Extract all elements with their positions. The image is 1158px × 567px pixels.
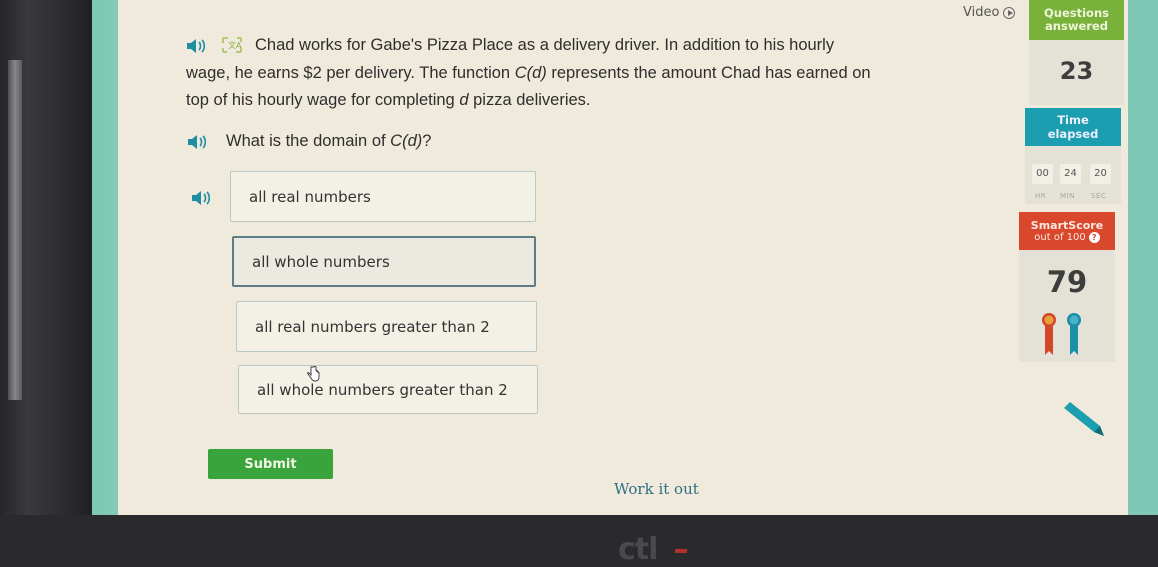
question-line-3: top of his hourly wage for completing d … xyxy=(186,91,591,110)
variable-d: d xyxy=(459,91,469,109)
play-circle-icon xyxy=(1003,6,1016,19)
choice-label: all real numbers greater than 2 xyxy=(255,317,490,336)
question-line-2: wage, he earns $2 per delivery. The func… xyxy=(186,64,871,83)
timer-seconds: 20 xyxy=(1090,164,1111,184)
submit-button[interactable]: Submit xyxy=(208,449,333,479)
choice-whole-numbers-greater-than-2[interactable]: all whole numbers greater than 2 xyxy=(238,365,538,414)
smartscore-subtitle: out of 100 ? xyxy=(1019,232,1115,244)
help-icon[interactable]: ? xyxy=(1088,232,1100,243)
smartscore-header: SmartScore out of 100 ? xyxy=(1019,212,1115,250)
hand-cursor-icon xyxy=(306,365,320,382)
blue-ribbon-icon xyxy=(1066,311,1082,355)
monitor-brand-logo: ctl xyxy=(618,532,658,567)
speaker-icon[interactable] xyxy=(185,38,211,54)
prompt-suffix: ? xyxy=(422,132,432,150)
choice-all-whole-numbers[interactable]: all whole numbers xyxy=(232,236,536,287)
translate-icon[interactable]: 文A xyxy=(220,35,244,55)
pencil-icon[interactable] xyxy=(1064,400,1112,440)
video-link[interactable]: Video xyxy=(963,5,1016,20)
svg-text:文A: 文A xyxy=(228,40,242,50)
timer-hours: 00 xyxy=(1032,164,1053,184)
smartscore-value: 79 xyxy=(1046,265,1088,299)
question-line-2b: represents the amount Chad has earned on xyxy=(551,64,871,82)
monitor-edge-highlight xyxy=(8,60,22,400)
time-elapsed-label-2: elapsed xyxy=(1047,127,1099,141)
function-notation: C(d) xyxy=(514,64,547,82)
video-label: Video xyxy=(963,5,1000,20)
prompt-prefix: What is the domain of xyxy=(226,132,386,150)
choice-all-real-numbers[interactable]: all real numbers xyxy=(230,171,536,222)
page-right-margin xyxy=(1128,0,1158,518)
work-it-out-link[interactable]: Work it out xyxy=(614,480,699,498)
timer-minutes: 24 xyxy=(1060,164,1081,184)
monitor-brand-accent xyxy=(675,549,687,553)
speaker-icon[interactable] xyxy=(190,190,216,206)
choice-label: all whole numbers greater than 2 xyxy=(257,380,508,399)
red-ribbon-icon xyxy=(1041,311,1057,355)
speaker-icon[interactable] xyxy=(186,134,212,150)
smartscore-out-of: out of 100 xyxy=(1034,231,1086,243)
time-elapsed-label-1: Time xyxy=(1057,113,1089,127)
questions-answered-label-2: answered xyxy=(1045,19,1108,33)
smartscore-title: SmartScore xyxy=(1030,218,1104,232)
timer-seconds-label: SEC xyxy=(1091,192,1107,200)
questions-answered-header: Questions answered xyxy=(1029,0,1124,40)
question-line-3b: pizza deliveries. xyxy=(473,91,591,109)
choice-real-numbers-greater-than-2[interactable]: all real numbers greater than 2 xyxy=(236,301,537,352)
prompt-function: C(d) xyxy=(390,132,423,150)
timer-hours-label: HR xyxy=(1035,192,1047,200)
monitor-bezel-bottom xyxy=(0,515,1158,558)
timer-minutes-label: MIN xyxy=(1060,192,1075,200)
question-line-2a: wage, he earns $2 per delivery. The func… xyxy=(186,64,511,82)
time-elapsed-header: Time elapsed xyxy=(1025,108,1121,146)
question-prompt: What is the domain of C(d)? xyxy=(226,132,431,151)
choice-label: all real numbers xyxy=(249,187,371,206)
questions-answered-count: 23 xyxy=(1059,57,1094,85)
question-line-3a: top of his hourly wage for completing xyxy=(186,91,455,109)
choice-label: all whole numbers xyxy=(252,252,390,271)
question-line-1: Chad works for Gabe's Pizza Place as a d… xyxy=(255,36,835,54)
